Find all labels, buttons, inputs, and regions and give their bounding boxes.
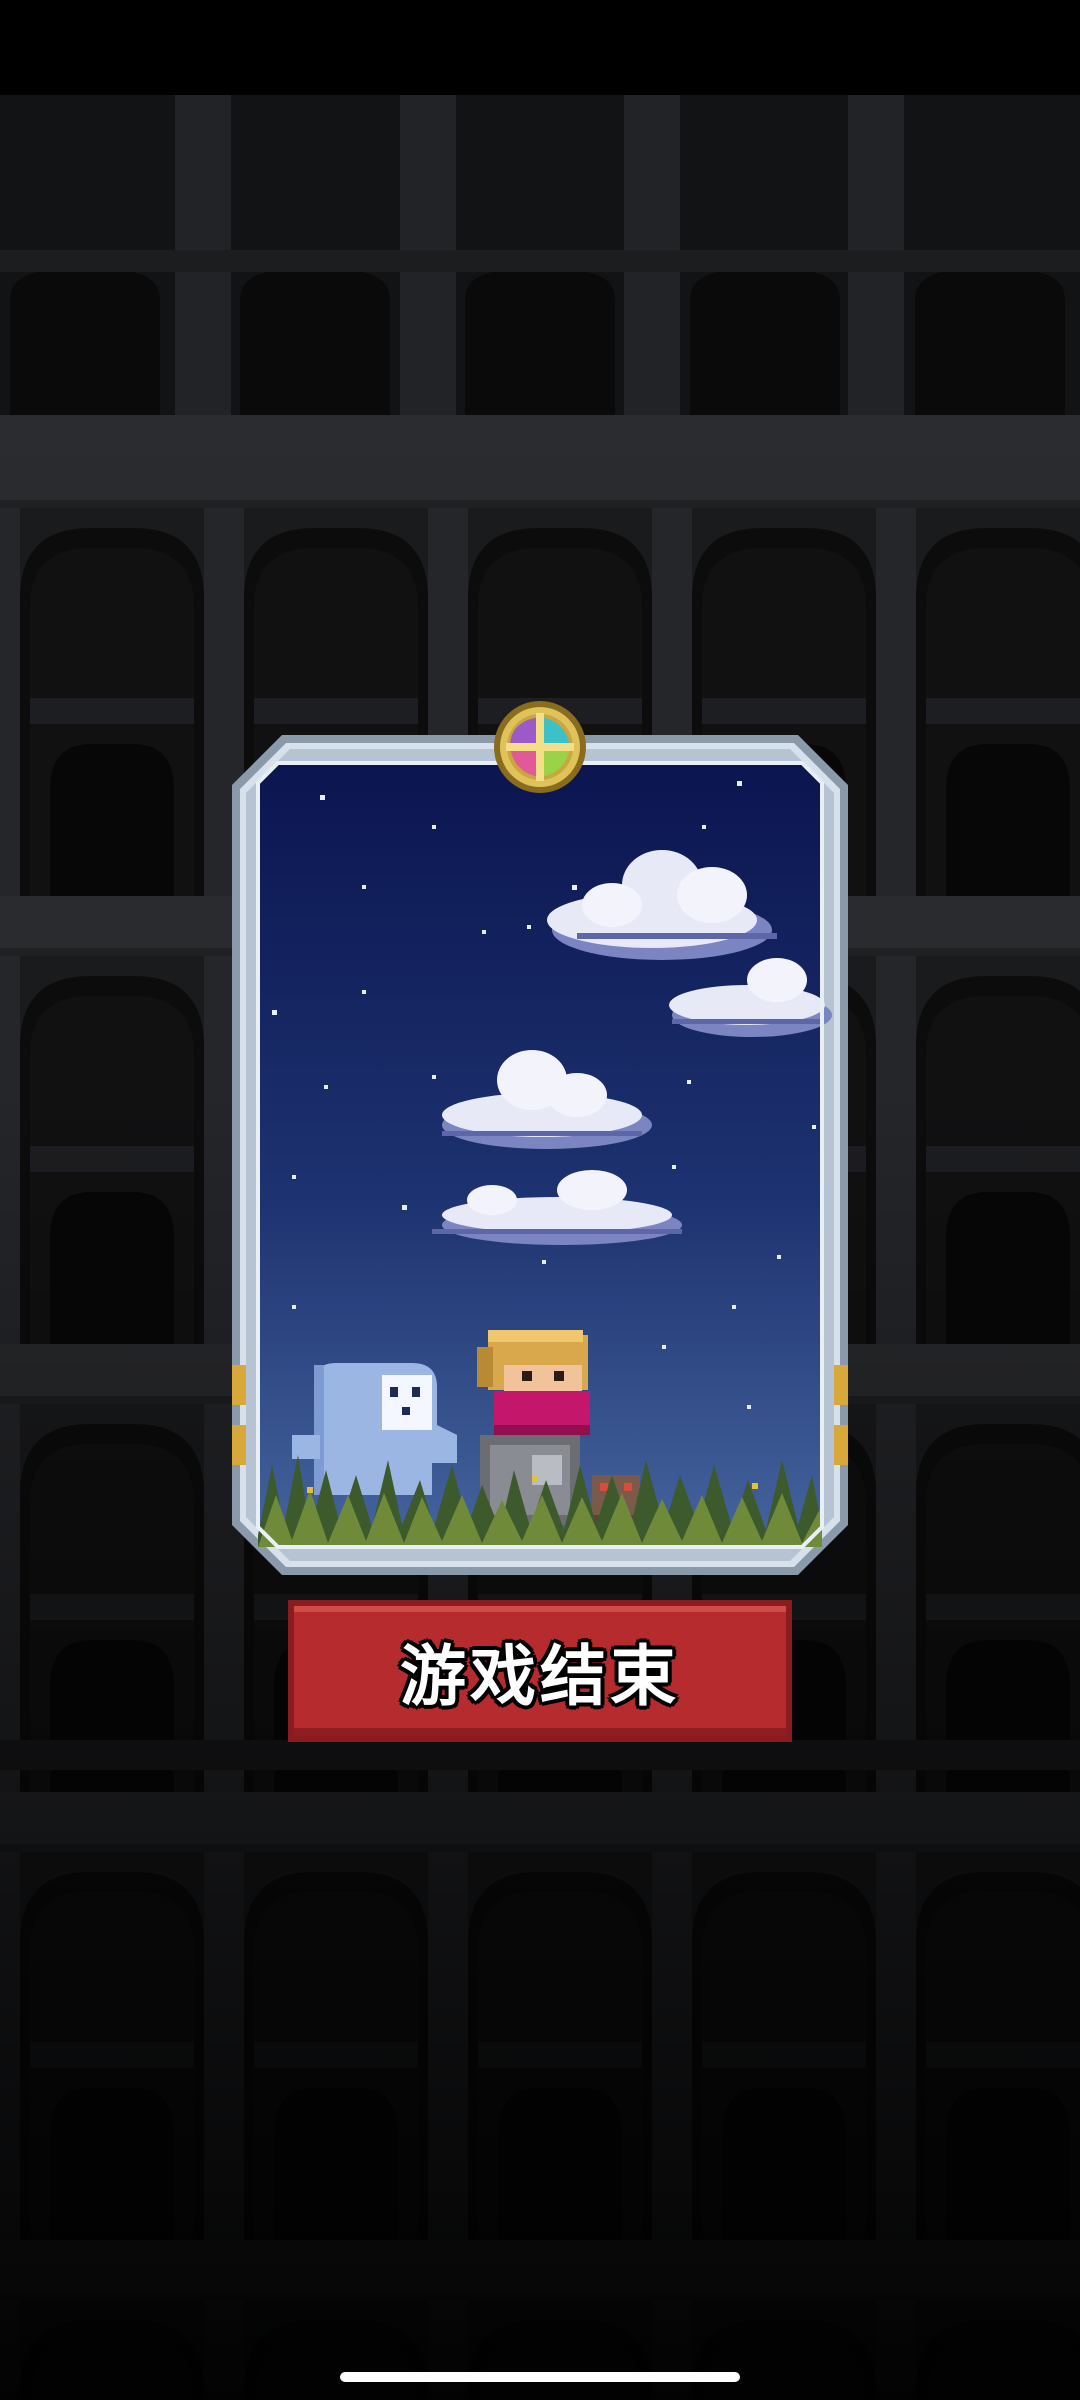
game-over-label: 游戏结束 xyxy=(400,1638,680,1715)
four-color-cross-emblem-icon xyxy=(494,701,586,793)
game-screen: 游戏结束 xyxy=(0,0,1080,2400)
game-over-button[interactable]: 游戏结束 xyxy=(288,1600,792,1742)
home-indicator[interactable] xyxy=(340,2372,740,2382)
character-card xyxy=(232,701,848,1575)
